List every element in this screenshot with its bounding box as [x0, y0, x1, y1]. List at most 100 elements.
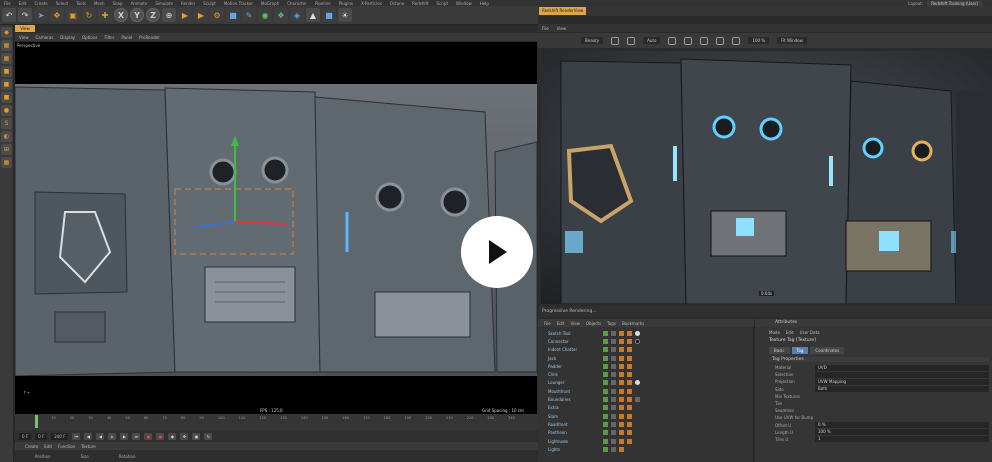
rotate-icon[interactable]: ↻ — [82, 8, 96, 22]
texture-tag-icon[interactable] — [619, 380, 624, 386]
texture-tag-icon[interactable] — [619, 363, 624, 369]
live-select-icon[interactable]: ➤ — [34, 8, 48, 22]
phong-tag-icon[interactable] — [611, 338, 616, 344]
stop-icon[interactable] — [716, 36, 725, 45]
material-tag-icon[interactable] — [635, 397, 640, 403]
phong-tag-icon[interactable] — [611, 330, 616, 336]
layout-dropdown[interactable]: Redshift Training (User) — [927, 0, 982, 6]
menu-item[interactable]: Render — [181, 1, 195, 6]
menu-item[interactable]: Redshift — [412, 1, 428, 6]
visibility-toggle[interactable] — [603, 405, 608, 411]
texture-tag-icon[interactable] — [627, 430, 632, 436]
attr-menu-mode[interactable]: Mode — [769, 330, 780, 335]
texture-tag-icon[interactable] — [619, 438, 624, 444]
seamless-checkbox[interactable] — [815, 408, 989, 414]
rotation-key-icon[interactable]: ↻ — [204, 432, 213, 440]
redo-icon[interactable]: ↷ — [18, 8, 32, 22]
selection-field[interactable] — [815, 371, 989, 378]
object-row[interactable]: Pantheon — [538, 429, 754, 437]
viewport-menu-cameras[interactable]: Cameras — [36, 35, 54, 40]
visibility-toggle[interactable] — [603, 430, 608, 436]
menu-item[interactable]: Tools — [76, 1, 86, 6]
snap-icon[interactable]: S — [1, 118, 12, 129]
texture-tag-icon[interactable] — [627, 363, 632, 369]
object-row[interactable]: Connector — [538, 337, 754, 345]
visibility-toggle[interactable] — [603, 347, 608, 353]
polygons-mode-icon[interactable]: ■ — [1, 92, 12, 103]
autokey-icon[interactable]: ● — [156, 432, 165, 440]
visibility-toggle[interactable] — [603, 397, 608, 403]
texture-tag-icon[interactable] — [619, 330, 624, 336]
viewport-menu-panel[interactable]: Panel — [121, 35, 132, 40]
environment-icon[interactable]: ▲ — [306, 8, 320, 22]
projection-dropdown[interactable]: UVW Mapping — [815, 378, 989, 385]
pen-icon[interactable]: ✎ — [242, 8, 256, 22]
om-menu-file[interactable]: File — [544, 321, 551, 326]
play-forward-icon[interactable]: ▶ — [108, 432, 117, 440]
object-row[interactable]: Jack — [538, 354, 754, 362]
timeline[interactable]: 0 10 20 30 40 50 60 70 80 90 100 110 120… — [15, 414, 538, 430]
tile-checkbox[interactable] — [815, 401, 989, 407]
menu-item[interactable]: Animate — [131, 1, 148, 6]
position-key-icon[interactable]: ✥ — [180, 432, 189, 440]
visibility-toggle[interactable] — [603, 330, 608, 336]
snapshot-icon[interactable] — [684, 36, 693, 45]
object-row[interactable]: Extra — [538, 404, 754, 412]
texture-tag-icon[interactable] — [627, 372, 632, 378]
uvw-bump-checkbox[interactable] — [815, 415, 989, 421]
tiles-u-field[interactable]: 1 — [815, 436, 989, 443]
texture-tag-icon[interactable] — [627, 388, 632, 394]
mat-menu-function[interactable]: Function — [58, 444, 75, 449]
deformer-icon[interactable]: ◈ — [290, 8, 304, 22]
phong-tag-icon[interactable] — [611, 372, 616, 378]
mix-textures-checkbox[interactable] — [815, 393, 989, 399]
axis-x-toggle[interactable]: X — [114, 8, 128, 22]
timeline-playhead[interactable] — [35, 415, 38, 428]
visibility-toggle[interactable] — [603, 388, 608, 394]
refresh-icon[interactable] — [732, 36, 741, 45]
side-dropdown[interactable]: Both — [815, 386, 989, 393]
menu-item[interactable]: Edit — [19, 1, 27, 6]
object-row[interactable]: Indent Chatter — [538, 346, 754, 354]
material-tag-icon[interactable] — [635, 338, 640, 344]
mat-menu-create[interactable]: Create — [25, 444, 38, 449]
menu-item[interactable]: Simulate — [155, 1, 173, 6]
next-key-icon[interactable]: ▶ — [120, 432, 129, 440]
fit-window-dropdown[interactable]: Fit Window — [777, 37, 807, 44]
edges-mode-icon[interactable]: ■ — [1, 79, 12, 90]
crop-icon[interactable] — [627, 36, 636, 45]
renderview-menu-view[interactable]: View — [557, 26, 567, 31]
play-backward-icon[interactable]: ◀ — [96, 432, 105, 440]
texture-tag-icon[interactable] — [627, 413, 632, 419]
phong-tag-icon[interactable] — [611, 421, 616, 427]
menu-item[interactable]: Help — [480, 1, 489, 6]
object-row[interactable]: Roadfront — [538, 420, 754, 428]
menu-item[interactable]: Octane — [390, 1, 404, 6]
length-u-field[interactable]: 100 % — [815, 429, 989, 436]
texture-tag-icon[interactable] — [627, 397, 632, 403]
cloner-icon[interactable]: ❖ — [274, 8, 288, 22]
object-row[interactable]: Slam — [538, 412, 754, 420]
current-frame-field[interactable]: 0 F — [35, 432, 48, 440]
viewport-menu-options[interactable]: Options — [82, 35, 97, 40]
menu-item[interactable]: Sculpt — [203, 1, 216, 6]
video-play-button[interactable] — [461, 216, 533, 288]
phong-tag-icon[interactable] — [611, 388, 616, 394]
render-picture-viewer-icon[interactable]: ▶ — [194, 8, 208, 22]
go-to-start-icon[interactable]: ⏮ — [72, 432, 81, 440]
om-menu-tags[interactable]: Tags — [607, 321, 616, 326]
texture-tag-icon[interactable] — [627, 330, 632, 336]
texture-tag-icon[interactable] — [619, 388, 624, 394]
zoom-field[interactable]: 100 % — [748, 37, 770, 44]
om-menu-objects[interactable]: Objects — [586, 321, 601, 326]
perspective-viewport[interactable]: Perspective ↑→ FPS : 125.0 Grid Spacing … — [15, 42, 537, 414]
start-frame-field[interactable]: 0 F — [19, 432, 32, 440]
tab-tag[interactable]: Tag — [791, 347, 809, 354]
points-mode-icon[interactable]: ■ — [1, 66, 12, 77]
texture-tag-icon[interactable] — [627, 338, 632, 344]
solo-icon[interactable]: ▦ — [1, 157, 12, 168]
texture-tag-icon[interactable] — [619, 347, 624, 353]
visibility-toggle[interactable] — [603, 446, 608, 452]
object-row[interactable]: Boundaries — [538, 395, 754, 403]
renderview-tab[interactable]: Redshift RenderView — [539, 7, 587, 15]
